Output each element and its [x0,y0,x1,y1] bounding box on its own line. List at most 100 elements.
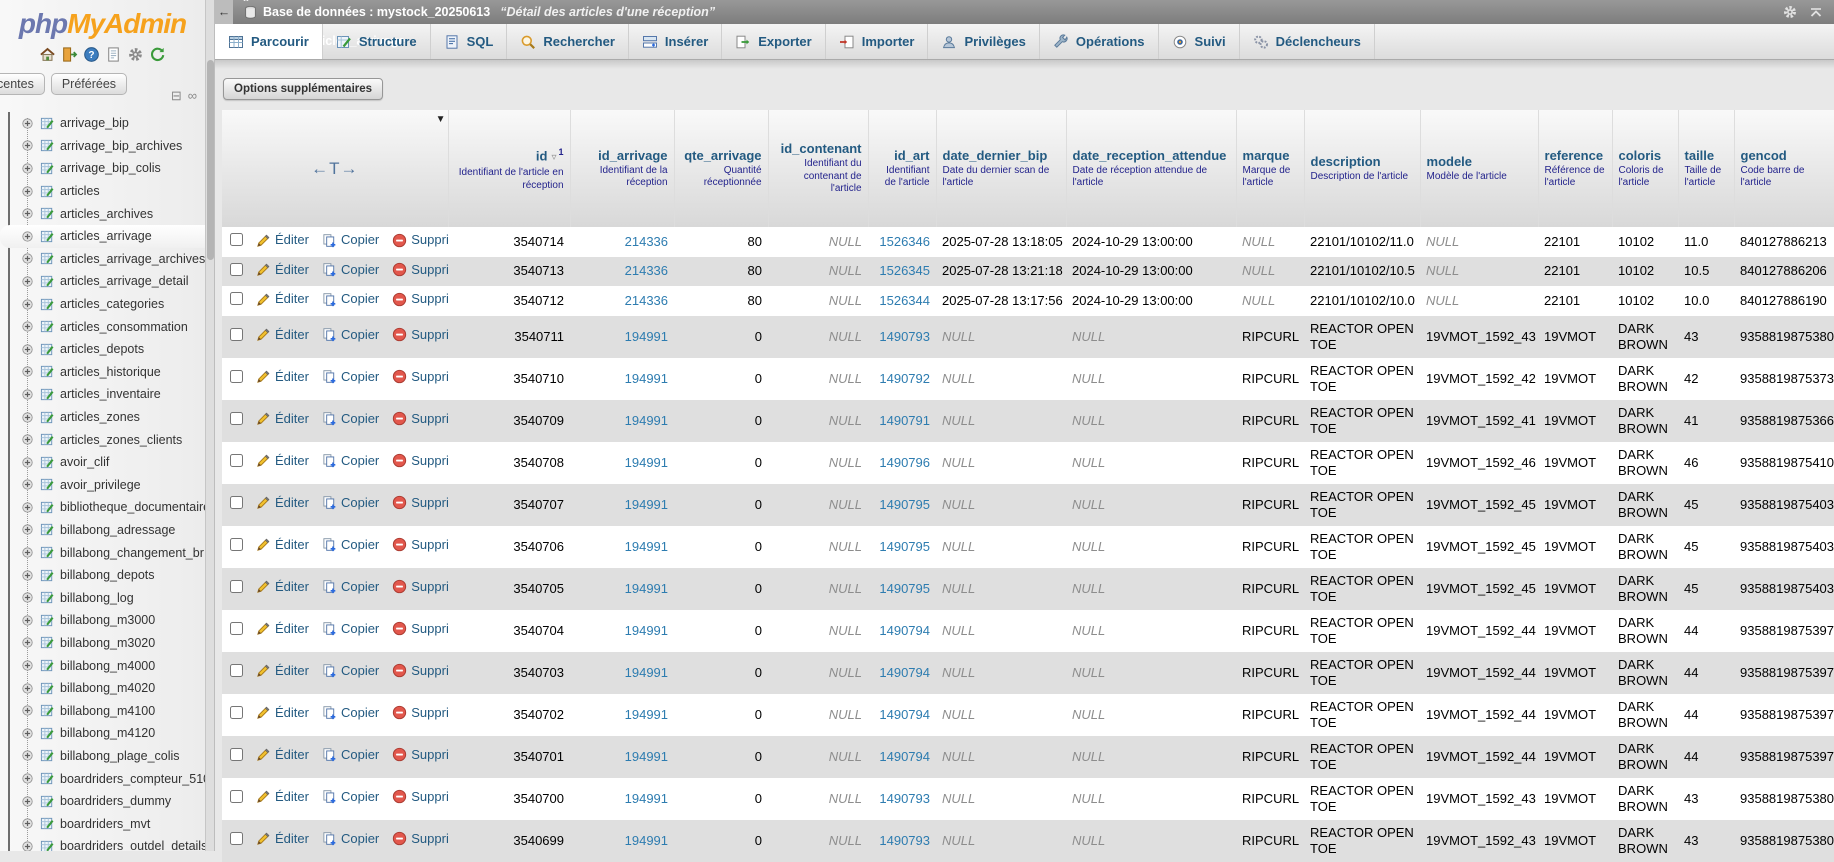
sidebar-item-billabong_m4120[interactable]: billabong_m4120 [0,722,205,745]
sidebar-item-bibliotheque_documentaire[interactable]: bibliotheque_documentaire [0,496,205,519]
sidebar-item-boardriders_mvt[interactable]: boardriders_mvt [0,812,205,835]
column-header-taille[interactable]: tailleTaille de l'article [1678,110,1734,227]
cell-link[interactable]: 194991 [625,455,668,470]
help-icon[interactable] [83,46,100,63]
delete-row-button[interactable]: Supprimer [392,621,448,637]
sidebar-item-arrivage_bip[interactable]: arrivage_bip [0,112,205,135]
cell-link[interactable]: 1490794 [879,623,930,638]
expand-icon[interactable] [21,343,34,356]
copy-row-button[interactable]: Copier [322,621,379,637]
edit-row-button[interactable]: Éditer [256,369,309,385]
column-header-marque[interactable]: marqueMarque de l'article [1236,110,1304,227]
column-name[interactable]: coloris [1619,148,1672,163]
expand-icon[interactable] [21,411,34,424]
delete-row-button[interactable]: Supprimer [392,291,448,307]
cell-id_art[interactable]: 1490792 [868,358,936,400]
delete-row-button[interactable]: Supprimer [392,232,448,248]
delete-row-button[interactable]: Supprimer [392,537,448,553]
column-name[interactable]: reference [1545,148,1606,163]
tab-insérer[interactable]: Insérer [629,24,722,59]
expand-icon[interactable] [21,162,34,175]
edit-row-button[interactable]: Éditer [256,411,309,427]
column-name[interactable]: date_dernier_bip [943,148,1060,163]
row-checkbox[interactable] [230,748,243,761]
edit-row-button[interactable]: Éditer [256,621,309,637]
expand-icon[interactable] [21,478,34,491]
collapse-all-icon[interactable]: ⊟ [171,88,182,104]
expand-icon[interactable] [21,365,34,378]
tab-suivi[interactable]: Suivi [1159,24,1240,59]
sidebar-item-articles_arrivage[interactable]: articles_arrivage [0,225,205,248]
nav-toggle-button[interactable]: ← [215,0,233,24]
cell-id_art[interactable]: 1490794 [868,736,936,778]
sidebar-item-avoir_clif[interactable]: avoir_clif [0,451,205,474]
tab-preferees[interactable]: Préférées [51,73,127,95]
cell-id_art[interactable]: 1490795 [868,526,936,568]
sidebar-item-arrivage_bip_colis[interactable]: arrivage_bip_colis [0,157,205,180]
cell-id_arrivage[interactable]: 194991 [570,400,674,442]
cell-link[interactable]: 194991 [625,497,668,512]
sidebar-item-articles_arrivage_archives[interactable]: articles_arrivage_archives [0,248,205,271]
expand-icon[interactable] [21,117,34,130]
delete-row-button[interactable]: Supprimer [392,747,448,763]
expand-icon[interactable] [21,795,34,808]
copy-row-button[interactable]: Copier [322,232,379,248]
column-header-gencod[interactable]: gencodCode barre de l'article [1734,110,1834,227]
cell-link[interactable]: 1526345 [879,263,930,278]
scrollbar-thumb[interactable] [207,60,214,260]
cell-link[interactable]: 1490791 [879,413,930,428]
sidebar-item-billabong_m4020[interactable]: billabong_m4020 [0,677,205,700]
cell-link[interactable]: 1490794 [879,749,930,764]
delete-row-button[interactable]: Supprimer [392,262,448,278]
tab-opérations[interactable]: Opérations [1040,24,1159,59]
cell-link[interactable]: 214336 [625,293,668,308]
column-name[interactable]: gencod [1741,148,1828,163]
sidebar-item-billabong_m4100[interactable]: billabong_m4100 [0,699,205,722]
expand-icon[interactable] [21,840,34,851]
row-checkbox[interactable] [230,706,243,719]
edit-row-button[interactable]: Éditer [256,262,309,278]
expand-icon[interactable] [21,636,34,649]
expand-icon[interactable] [21,320,34,333]
cell-id_arrivage[interactable]: 194991 [570,694,674,736]
cell-id_arrivage[interactable]: 194991 [570,778,674,820]
phpmyadmin-logo[interactable]: phpMyAdmin [0,0,205,40]
expand-icon[interactable] [21,185,34,198]
page-settings-icon[interactable] [1782,4,1798,20]
cell-link[interactable]: 1490793 [879,791,930,806]
cell-id_arrivage[interactable]: 214336 [570,286,674,316]
expand-icon[interactable] [21,275,34,288]
column-header-description[interactable]: descriptionDescription de l'article [1304,110,1420,227]
navigation-scrollbar[interactable] [205,0,215,851]
row-checkbox[interactable] [230,664,243,677]
column-visibility-icon[interactable]: ▼ [436,114,446,125]
delete-row-button[interactable]: Supprimer [392,663,448,679]
delete-row-button[interactable]: Supprimer [392,453,448,469]
cell-id_arrivage[interactable]: 194991 [570,484,674,526]
cell-link[interactable]: 194991 [625,581,668,596]
cell-id_art[interactable]: 1490794 [868,652,936,694]
expand-icon[interactable] [21,501,34,514]
expand-icon[interactable] [21,614,34,627]
column-header-modele[interactable]: modeleModèle de l'article [1420,110,1538,227]
cell-id_arrivage[interactable]: 214336 [570,257,674,287]
sidebar-item-billabong_plage_colis[interactable]: billabong_plage_colis [0,745,205,768]
tab-recentes[interactable]: centes [0,73,45,95]
sidebar-item-articles_zones_clients[interactable]: articles_zones_clients [0,428,205,451]
refresh-icon[interactable] [149,46,166,63]
cell-link[interactable]: 1490795 [879,581,930,596]
column-header-date_reception_attendue[interactable]: date_reception_attendueDate de réception… [1066,110,1236,227]
column-header-id[interactable]: id▿1Identifiant de l'article en réceptio… [448,110,570,227]
sidebar-item-billabong_depots[interactable]: billabong_depots [0,564,205,587]
expand-icon[interactable] [21,433,34,446]
cell-link[interactable]: 1490793 [879,833,930,848]
expand-icon[interactable] [21,772,34,785]
delete-row-button[interactable]: Supprimer [392,831,448,847]
edit-row-button[interactable]: Éditer [256,495,309,511]
copy-row-button[interactable]: Copier [322,705,379,721]
cell-id_arrivage[interactable]: 194991 [570,736,674,778]
expand-icon[interactable] [21,298,34,311]
expand-icon[interactable] [21,523,34,536]
expand-icon[interactable] [21,252,34,265]
cell-id_arrivage[interactable]: 194991 [570,820,674,862]
